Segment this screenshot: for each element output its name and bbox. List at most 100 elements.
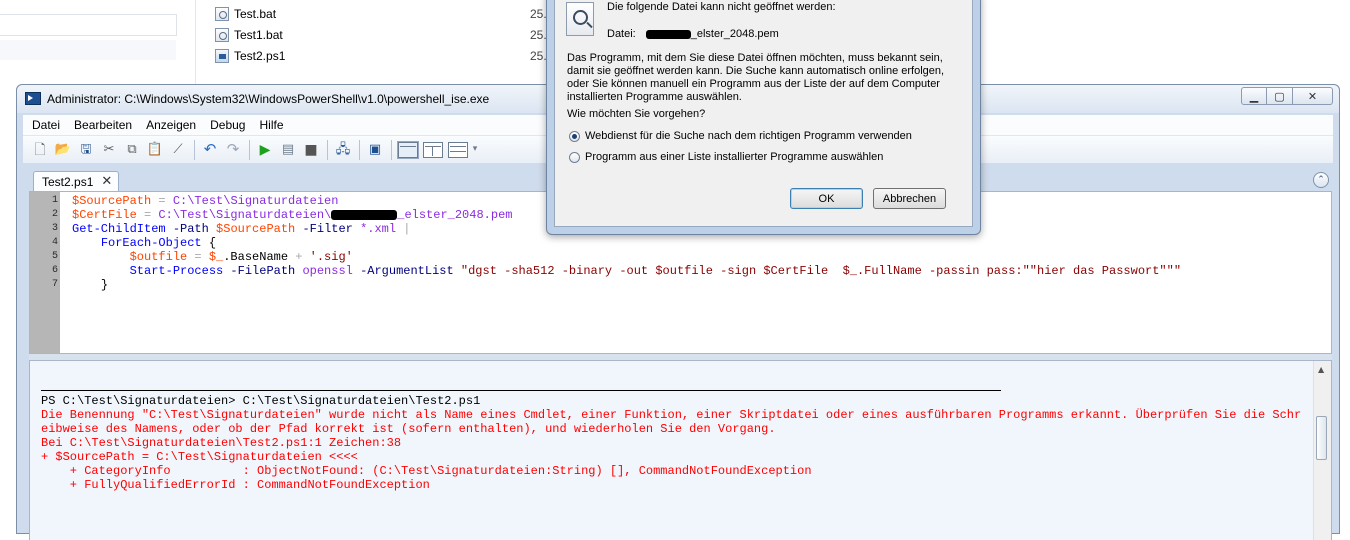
- open-folder-icon[interactable]: 📂: [54, 141, 72, 159]
- powershell-console-icon[interactable]: ▣: [366, 141, 384, 159]
- window-title: Administrator: C:\Windows\System32\Windo…: [47, 92, 490, 106]
- window-controls: ▁ ▢ ✕: [1241, 87, 1333, 105]
- code-token: *.xml: [360, 222, 397, 236]
- file-date: 25.: [530, 49, 547, 63]
- code-token: |: [396, 222, 411, 236]
- menu-bearbeiten[interactable]: Bearbeiten: [67, 118, 139, 132]
- minimize-button[interactable]: ▁: [1241, 87, 1267, 105]
- toolbar-overflow-icon[interactable]: ▾: [471, 141, 479, 159]
- menu-debug[interactable]: Debug: [203, 118, 252, 132]
- code-token: ForEach-Object: [100, 236, 202, 250]
- new-file-icon[interactable]: 🗋: [31, 141, 49, 159]
- tab-test2-ps1[interactable]: Test2.ps1 ✕: [33, 171, 120, 191]
- console-error-line: + $SourcePath = C:\Test\Signaturdateien …: [41, 450, 358, 464]
- maximize-button[interactable]: ▢: [1267, 87, 1293, 105]
- code-token: openssl: [302, 264, 353, 278]
- dialog-explanation: Das Programm, mit dem Sie diese Datei öf…: [567, 52, 945, 103]
- console-error-line: Die Benennung "C:\Test\Signaturdateien" …: [41, 408, 1302, 422]
- code-token: $SourcePath: [72, 194, 152, 208]
- run-script-icon[interactable]: ▶: [256, 141, 274, 159]
- code-token: C:\Test\Signaturdateien: [172, 194, 339, 208]
- layout-right-icon[interactable]: [423, 141, 443, 158]
- file-name: Test1.bat: [234, 28, 283, 42]
- toolbar-separator: [391, 139, 392, 160]
- explorer-nav-field[interactable]: [0, 14, 177, 36]
- code-line-5: $outfile = $_.BaseName + '.sig': [72, 250, 1181, 264]
- scroll-up-icon[interactable]: ▲: [1318, 365, 1324, 374]
- console-error-line: eibweise des Namens, oder ob der Pfad ko…: [41, 422, 776, 436]
- file-row-test-bat[interactable]: Test.bat: [215, 4, 276, 24]
- line-number: 7: [51, 279, 58, 290]
- code-token: Start-Process: [129, 264, 224, 278]
- close-tab-icon[interactable]: ✕: [101, 174, 112, 189]
- code-line-4: ForEach-Object {: [72, 236, 1181, 250]
- collapse-pane-icon[interactable]: ⌃: [1313, 172, 1329, 188]
- console-error-line: + CategoryInfo : ObjectNotFound: (C:\Tes…: [41, 464, 812, 478]
- tab-label: Test2.ps1: [42, 174, 94, 189]
- file-row-test1-bat[interactable]: Test1.bat: [215, 25, 283, 45]
- ok-button[interactable]: OK: [790, 188, 863, 209]
- remote-powershell-icon[interactable]: 🖧: [334, 141, 352, 159]
- copy-icon[interactable]: ⧉: [123, 141, 141, 159]
- code-token: "dgst -sha512 -binary -out $outfile -sig…: [460, 264, 1182, 278]
- option-installed-programs[interactable]: Programm aus einer Liste installierter P…: [569, 151, 883, 163]
- console-error-line: + FullyQualifiedErrorId : CommandNotFoun…: [41, 478, 430, 492]
- code-token: $CertFile: [72, 208, 137, 222]
- line-number: 6: [51, 265, 58, 276]
- code-token: .BaseName: [223, 250, 289, 264]
- explorer-nav-item[interactable]: [0, 40, 176, 60]
- batch-file-icon: [215, 28, 229, 42]
- run-selection-icon[interactable]: ▤: [279, 141, 297, 159]
- menu-datei[interactable]: Datei: [23, 118, 67, 132]
- undo-icon[interactable]: ↶: [201, 141, 219, 159]
- line-number-gutter: 1 2 3 4 5 6 7: [30, 192, 60, 353]
- redo-icon[interactable]: ↷: [224, 141, 242, 159]
- scroll-thumb[interactable]: [1316, 416, 1327, 460]
- file-name-visible: _elster_2048.pem: [690, 28, 779, 40]
- code-token: $_: [208, 250, 224, 264]
- stop-icon[interactable]: ■: [302, 141, 320, 159]
- menu-anzeigen[interactable]: Anzeigen: [139, 118, 203, 132]
- line-number: 1: [51, 195, 58, 206]
- code-token: =: [151, 194, 173, 208]
- console-scrollbar[interactable]: ▲: [1313, 361, 1331, 540]
- cut-icon[interactable]: ✂: [100, 141, 118, 159]
- radio-selected[interactable]: [569, 130, 580, 142]
- toolbar-separator: [194, 139, 195, 160]
- line-number: 3: [51, 223, 58, 234]
- line-number: 4: [51, 237, 58, 248]
- option-web-service[interactable]: Webdienst für die Suche nach dem richtig…: [569, 130, 912, 142]
- line-number: 5: [51, 251, 58, 262]
- batch-file-icon: [215, 7, 229, 21]
- close-button[interactable]: ✕: [1293, 87, 1333, 105]
- code-token: _elster_2048.pem: [397, 208, 513, 222]
- file-date: 25.: [530, 28, 547, 42]
- code-token: $outfile: [129, 250, 188, 264]
- code-token: =: [187, 250, 209, 264]
- file-row-test2-ps1[interactable]: Test2.ps1: [215, 46, 285, 66]
- code-token: -Path: [165, 222, 217, 236]
- option-label: Programm aus einer Liste installierter P…: [585, 151, 884, 163]
- clear-output-icon[interactable]: ⟋: [169, 141, 187, 159]
- layout-maximized-icon[interactable]: [448, 141, 468, 158]
- dialog-body: Die folgende Datei kann nicht geöffnet w…: [554, 0, 973, 227]
- toolbar-separator: [359, 139, 360, 160]
- dialog-headline: Die folgende Datei kann nicht geöffnet w…: [607, 1, 836, 13]
- explorer-nav-pane: [0, 0, 196, 90]
- line-number: 2: [51, 209, 58, 220]
- code-token: -ArgumentList: [352, 264, 461, 278]
- cancel-button[interactable]: Abbrechen: [873, 188, 946, 209]
- radio-unselected[interactable]: [569, 151, 580, 163]
- paste-icon[interactable]: 📋: [146, 141, 164, 159]
- file-search-icon: [566, 2, 594, 36]
- powershell-icon: [25, 92, 41, 105]
- code-token: '.sig': [309, 250, 353, 264]
- file-label: Datei:: [607, 28, 636, 40]
- console-pane[interactable]: PS C:\Test\Signaturdateien> C:\Test\Sign…: [29, 360, 1332, 540]
- code-token: =: [136, 208, 159, 222]
- layout-top-icon[interactable]: [397, 140, 419, 159]
- file-date: 25.: [530, 7, 547, 21]
- save-icon[interactable]: 🖫: [77, 141, 95, 159]
- option-label: Webdienst für die Suche nach dem richtig…: [585, 130, 912, 142]
- menu-hilfe[interactable]: Hilfe: [252, 118, 290, 132]
